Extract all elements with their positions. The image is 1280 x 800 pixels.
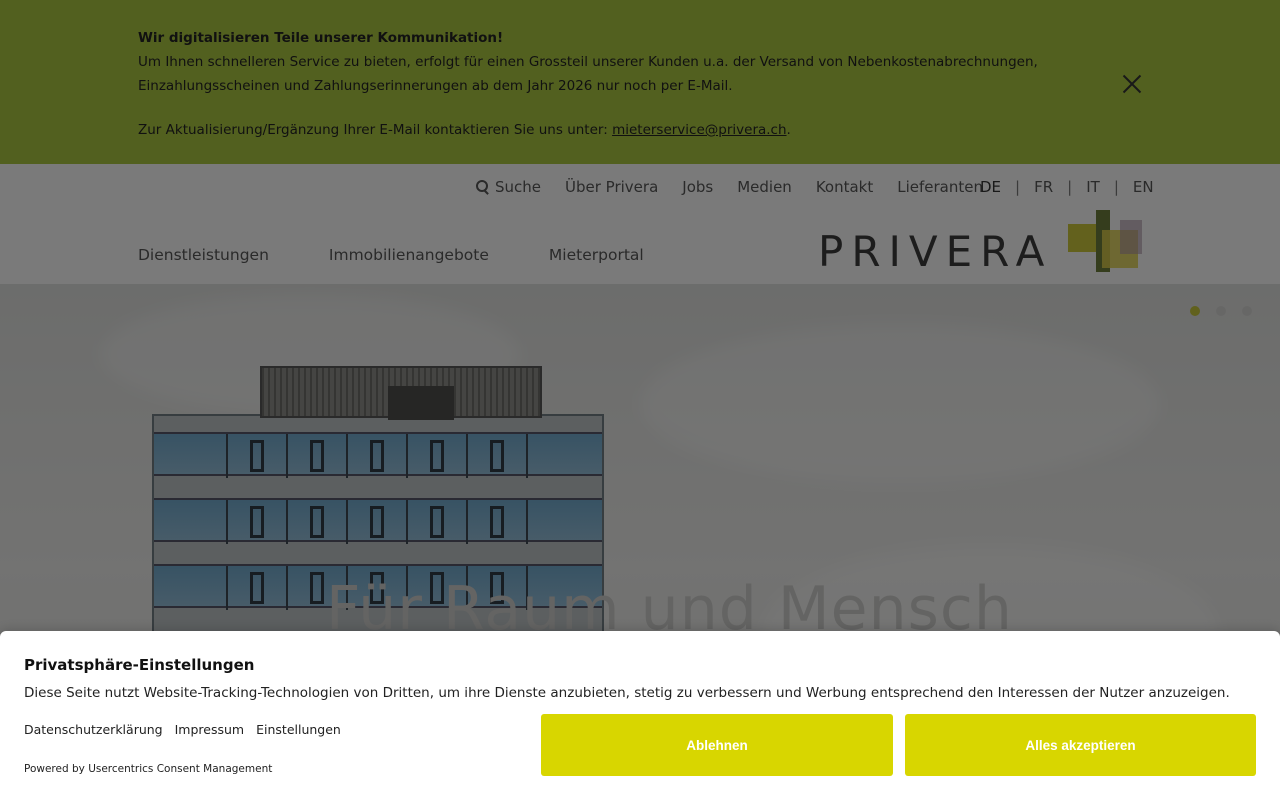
privacy-policy-link[interactable]: Datenschutzerklärung [24, 722, 163, 737]
consent-links: Datenschutzerklärung Impressum Einstellu… [24, 722, 353, 737]
powered-by-text: Powered by Usercentrics Consent Manageme… [24, 763, 273, 775]
consent-description: Diese Seite nutzt Website-Tracking-Techn… [24, 685, 1230, 701]
decline-button[interactable]: Ablehnen [541, 714, 893, 776]
settings-link[interactable]: Einstellungen [256, 722, 341, 737]
accept-all-button[interactable]: Alles akzeptieren [905, 714, 1256, 776]
consent-title: Privatsphäre-Einstellungen [24, 656, 255, 674]
consent-banner: Privatsphäre-Einstellungen Diese Seite n… [0, 631, 1280, 800]
imprint-link[interactable]: Impressum [175, 722, 244, 737]
